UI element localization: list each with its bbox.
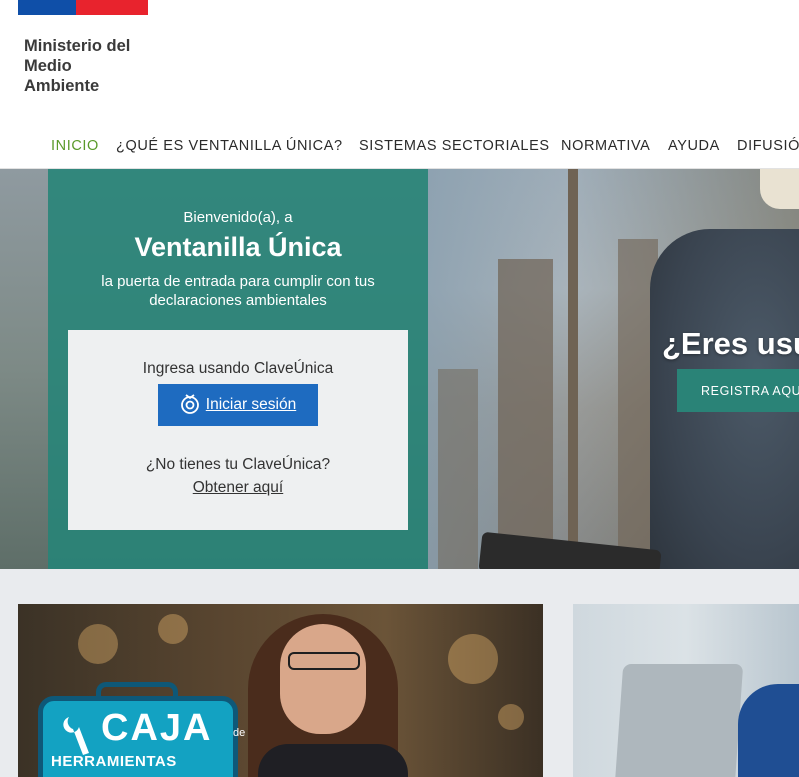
toolbox-brand-de: de bbox=[233, 727, 246, 739]
jacket-shape bbox=[258, 744, 408, 777]
flag-red-segment bbox=[76, 0, 148, 15]
login-prompt: Ingresa usando ClaveÚnica bbox=[142, 360, 334, 377]
bokeh-light bbox=[158, 614, 188, 644]
nav-item-ayuda[interactable]: AYUDA bbox=[668, 138, 720, 154]
logo-line-1: Ministerio del bbox=[24, 37, 131, 55]
bokeh-light bbox=[448, 634, 498, 684]
refinery-tower bbox=[568, 169, 578, 569]
logo-line-3: Ambiente bbox=[24, 77, 100, 95]
flag-blue-segment bbox=[18, 0, 76, 15]
laptop-shape bbox=[612, 664, 744, 777]
bokeh-light bbox=[78, 624, 118, 664]
nav-item-sistemas-sectoriales[interactable]: SISTEMAS SECTORIALES bbox=[359, 138, 550, 154]
no-account-text: ¿No tienes tu ClaveÚnica? bbox=[145, 456, 331, 473]
toolbox-logo: CAJA de HERRAMIENTAS bbox=[38, 696, 245, 777]
nav-item-normativa[interactable]: NORMATIVA bbox=[561, 138, 650, 154]
welcome-text: Bienvenido(a), a bbox=[183, 209, 293, 226]
government-flag-bar bbox=[18, 0, 148, 15]
nav-item-inicio[interactable]: INICIO bbox=[51, 138, 99, 154]
hardhat-shape bbox=[760, 169, 799, 209]
login-button[interactable]: Iniciar sesión bbox=[158, 384, 318, 426]
hero-subtitle: la puerta de entrada para cumplir con tu… bbox=[101, 273, 375, 309]
obtain-claveunica-link[interactable]: Obtener aquí bbox=[68, 479, 408, 497]
promo-heading: ¿Eres usu bbox=[662, 326, 799, 361]
ministry-logo[interactable]: Ministerio del Medio Ambiente bbox=[24, 36, 164, 96]
refinery-tower bbox=[498, 259, 553, 569]
laptop-card[interactable] bbox=[573, 604, 799, 777]
toolbox-brand-word: CAJA bbox=[101, 707, 213, 749]
nav-item-difusion[interactable]: DIFUSIÓ bbox=[737, 138, 799, 154]
person-shape bbox=[738, 684, 799, 777]
main-navigation: INICIO ¿QUÉ ES VENTANILLA ÚNICA? SISTEMA… bbox=[0, 128, 799, 169]
login-box: Ingresa usando ClaveÚnica Iniciar sesión… bbox=[68, 330, 408, 530]
woman-face bbox=[280, 624, 366, 734]
toolbox-card[interactable]: CAJA de HERRAMIENTAS bbox=[18, 604, 543, 777]
bokeh-light bbox=[498, 704, 524, 730]
welcome-panel: Bienvenido(a), a Ventanilla Única la pue… bbox=[48, 169, 428, 569]
hero-banner: Bienvenido(a), a Ventanilla Única la pue… bbox=[0, 169, 799, 569]
register-button[interactable]: REGISTRA AQUÍ bbox=[677, 369, 799, 412]
login-button-label: Iniciar sesión bbox=[205, 396, 297, 413]
nav-item-que-es[interactable]: ¿QUÉ ES VENTANILLA ÚNICA? bbox=[116, 138, 343, 154]
content-section: CAJA de HERRAMIENTAS bbox=[0, 569, 799, 777]
glasses-shape bbox=[288, 652, 360, 670]
refinery-tower bbox=[438, 369, 478, 569]
hero-title: Ventanilla Única bbox=[134, 232, 342, 262]
claveunica-icon bbox=[180, 393, 200, 418]
logo-line-2: Medio bbox=[24, 57, 72, 75]
toolbox-brand-sub: HERRAMIENTAS bbox=[51, 753, 177, 770]
